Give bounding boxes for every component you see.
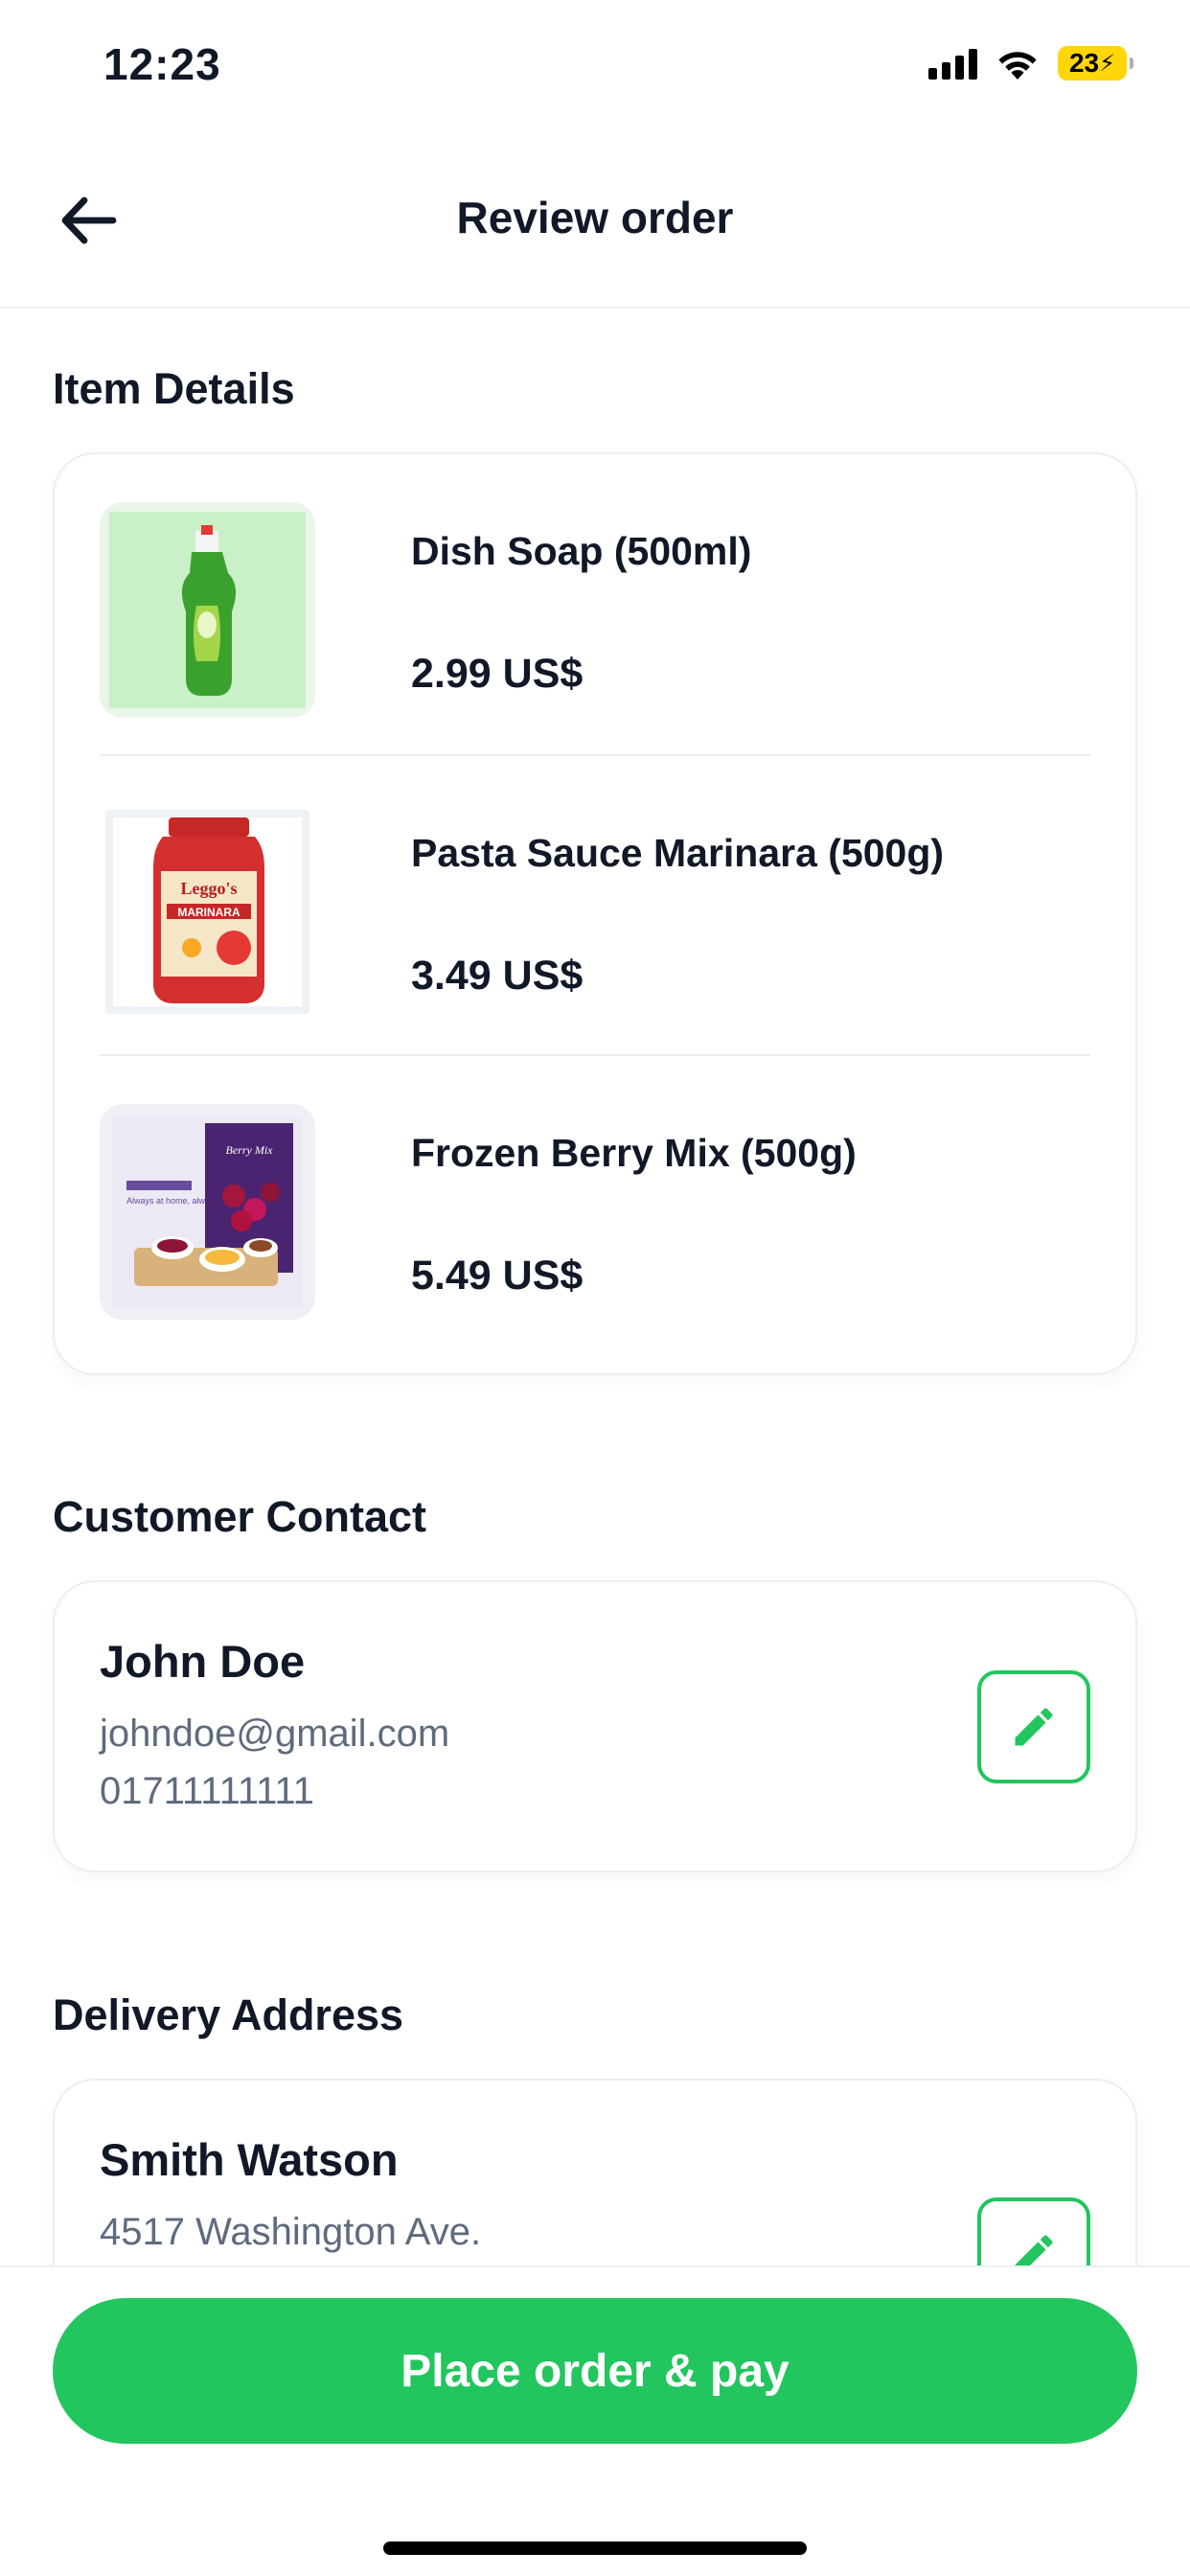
address-name: Smith Watson [100,2134,399,2185]
bottom-action-bar: Place order & pay [0,2266,1190,2576]
battery-icon: 23 ⚡ [1058,46,1133,80]
status-bar: 12:23 23 ⚡ [0,0,1190,125]
dish-soap-bottle-icon [109,512,306,708]
wifi-icon [998,52,1037,80]
status-icons: 23 ⚡ [928,46,1133,80]
list-item: Always at home, always at season Berry M… [100,1054,1090,1354]
address-line: 4517 Washington Ave. [100,2211,482,2253]
customer-contact-card: John Doe johndoe@gmail.com 01711111111 [53,1580,1137,1873]
review-order-screen: 12:23 23 ⚡ Review order Item Details Dis… [0,0,1190,2576]
item-price: 3.49 US$ [411,953,584,999]
pencil-icon [1015,1708,1053,1746]
item-name: Dish Soap (500ml) [411,529,752,573]
item-name: Frozen Berry Mix (500g) [411,1131,857,1175]
list-item: Dish Soap (500ml) 2.99 US$ [100,454,1090,754]
item-details-title: Item Details [53,364,295,413]
sauce-brand-label: Leggo's [180,879,237,898]
berry-mix-pack-icon: Always at home, always at season Berry M… [113,1117,302,1306]
cellular-signal-icon [928,47,977,80]
battery-level: 23 [1068,48,1100,78]
customer-contact-title: Customer Contact [53,1492,427,1541]
contact-email: johndoe@gmail.com [100,1713,450,1755]
product-image: Always at home, always at season Berry M… [100,1104,315,1320]
item-price: 2.99 US$ [411,651,584,697]
contact-phone: 01711111111 [100,1770,314,1812]
sauce-type-label: MARINARA [177,906,240,919]
list-item: Leggo's MARINARA Pasta Sauce Marinara (5… [100,754,1090,1054]
edit-contact-button[interactable] [977,1670,1090,1783]
delivery-address-title: Delivery Address [53,1990,404,2039]
berry-pack-label: Berry Mix [226,1143,274,1157]
home-indicator [383,2542,807,2555]
pasta-sauce-jar-icon: Leggo's MARINARA [105,810,309,1014]
contact-name: John Doe [100,1636,306,1687]
app-header: Review order [0,144,1190,309]
product-image: Leggo's MARINARA [100,804,315,1020]
status-time: 12:23 [103,39,221,89]
item-price: 5.49 US$ [411,1253,584,1299]
product-image [100,502,315,718]
item-details-card: Dish Soap (500ml) 2.99 US$ Leggo's MARIN… [53,452,1137,1375]
page-title: Review order [456,193,734,242]
item-name: Pasta Sauce Marinara (500g) [411,831,945,875]
place-order-button[interactable]: Place order & pay [53,2298,1137,2444]
